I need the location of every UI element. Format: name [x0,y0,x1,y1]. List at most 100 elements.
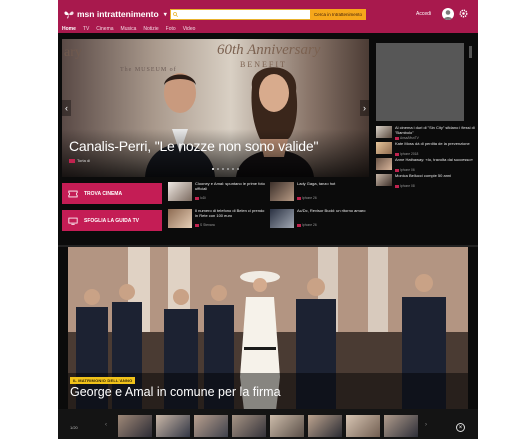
news-thumbnail [168,209,192,228]
news-source-label: Iphone 26 [302,223,317,227]
gallery-thumbnail[interactable] [308,415,342,437]
tv-guide-label: SFOGLIA LA GUIDA TV [84,217,139,224]
side-headline[interactable]: Kate Moss dà di perdita de la prevenzion… [376,141,476,156]
gallery-thumbnail[interactable] [118,415,152,437]
gallery-thumbnail[interactable] [194,415,228,437]
chevron-right-icon[interactable]: › [360,100,369,116]
side-source-label: Iphone 2018 [400,152,419,156]
side-source: Ansa/MsnTV [395,136,419,140]
carousel-dot[interactable] [222,168,224,170]
search-icon [173,12,178,17]
side-source-label: Ansa/MsnTV [400,136,419,140]
chevron-left-icon[interactable]: ‹ [105,422,107,428]
side-thumbnail [376,174,392,186]
side-headline-title: Anne Hathaway: «Io, travolta dai success… [395,157,473,162]
nav-video[interactable]: Video [183,26,196,32]
source-logo-icon [395,152,399,156]
carousel-dots [212,168,239,170]
source-logo-icon [297,223,301,227]
news-card[interactable]: Il numero di telefono di Belen ci prendo… [168,208,266,232]
side-source: Iphone 06 [395,168,415,172]
user-icon[interactable] [442,8,454,20]
news-card[interactable]: Lady Gaga, tanzo hot Iphone 26 [270,181,368,205]
carousel-dot[interactable] [237,168,239,170]
news-thumbnail [270,209,294,228]
side-thumbnail [376,126,392,138]
feature-headline[interactable]: George e Amal in comune per la firma [70,385,281,399]
news-source: S Stenara [195,223,215,227]
source-logo-icon [195,223,199,227]
gear-icon[interactable] [459,9,468,18]
chevron-right-icon[interactable]: › [425,422,427,428]
gallery-thumbnail[interactable] [384,415,418,437]
source-logo-icon [69,158,75,163]
feature-tag: IL MATRIMONIO DELL'ANNO [70,377,136,384]
side-source: Iphone 2018 [395,152,418,156]
feature-photo-scene [68,247,468,427]
search-button[interactable]: Cerca in Intrattenimento [310,9,366,20]
signin-link[interactable]: Accedi [416,11,431,17]
side-headline[interactable]: Anne Hathaway: «Io, travolta dai success… [376,157,476,172]
tv-guide-button[interactable]: SFOGLIA LA GUIDA TV [62,210,162,231]
side-source: Iphone 08 [395,184,415,188]
screenshot-frame: msn intrattenimento ▾ Cerca in Intratten… [0,0,514,439]
backdrop-text: ary [64,45,82,60]
chevron-left-icon[interactable]: ‹ [62,100,71,116]
source-logo-icon [395,168,399,172]
advertisement[interactable] [376,43,464,121]
close-icon[interactable]: × [456,423,465,432]
find-cinema-button[interactable]: TROVA CINEMA [62,183,162,204]
nav-foto[interactable]: Foto [166,26,176,32]
ad-marker [469,46,472,58]
source-logo-icon [297,196,301,200]
find-cinema-label: TROVA CINEMA [84,190,123,197]
nav-tv[interactable]: TV [83,26,89,32]
side-thumbnail [376,142,392,154]
search-input[interactable] [180,11,310,19]
gallery-thumbnail[interactable] [270,415,304,437]
carousel-dot[interactable] [227,168,229,170]
news-card[interactable]: Clooney e Amal: spuntano le prime foto u… [168,181,266,205]
side-thumbnail [376,158,392,170]
brand-menu[interactable]: msn intrattenimento ▾ [64,9,167,19]
hero-source-label: Torta di [77,158,91,163]
hero-carousel[interactable]: ary The MUSEUM of 60th Anniversary BENEF… [62,39,369,177]
side-headline-title: Kate Moss dà di perdita de la prevenzion… [395,141,470,146]
news-thumbnail [270,182,294,201]
news-source-label: IoDi [200,196,206,200]
section-nav: Home TV Cinema Musica Notizie Foto Video [62,26,195,32]
carousel-dot[interactable] [232,168,234,170]
news-source-label: S Stenara [200,223,215,227]
side-headlines: Al cinema i duri di "Sin City" sfidano i… [376,125,476,190]
gallery-thumbnail[interactable] [346,415,380,437]
side-headline-title: Monica Bellucci compie 50 anni [395,173,452,178]
news-thumbnail [168,182,192,201]
side-headline[interactable]: Monica Bellucci compie 50 anni Iphone 08 [376,173,476,188]
gallery-thumbnail[interactable] [232,415,266,437]
carousel-dot[interactable] [217,168,219,170]
nav-cinema[interactable]: Cinema [96,26,113,32]
side-headline-title: Al cinema i duri di "Sin City" sfidano i… [395,125,475,135]
chevron-down-icon: ▾ [163,11,167,18]
brand-name: msn intrattenimento [77,9,159,19]
header-bar: msn intrattenimento ▾ Cerca in Intratten… [58,0,478,33]
gallery-thumbnail[interactable] [156,415,190,437]
side-headline[interactable]: Al cinema i duri di "Sin City" sfidano i… [376,125,476,140]
carousel-dot[interactable] [212,168,214,170]
news-title: Lady Gaga, tanzo hot [297,181,336,186]
tv-icon [68,217,78,225]
nav-home[interactable]: Home [62,26,76,32]
feature-photo[interactable]: IL MATRIMONIO DELL'ANNO George e Amal in… [68,247,468,427]
hero-source: Torta di [69,158,90,163]
nav-musica[interactable]: Musica [121,26,137,32]
news-source: Iphone 26 [297,196,317,200]
source-logo-icon [395,136,399,140]
msn-page: msn intrattenimento ▾ Cerca in Intratten… [58,0,478,439]
hero-headline[interactable]: Canalis-Perri, "Le nozze non sono valide… [69,138,318,154]
news-source-label: Iphone 26 [302,196,317,200]
news-source: Iphone 26 [297,223,317,227]
nav-notizie[interactable]: Notizie [143,26,158,32]
side-source-label: Iphone 06 [400,168,415,172]
news-card[interactable]: Ac/Dc, Revisor Budd: un ritorno amaro Ip… [270,208,368,232]
news-title: Il numero di telefono di Belen ci prendo… [195,208,265,218]
